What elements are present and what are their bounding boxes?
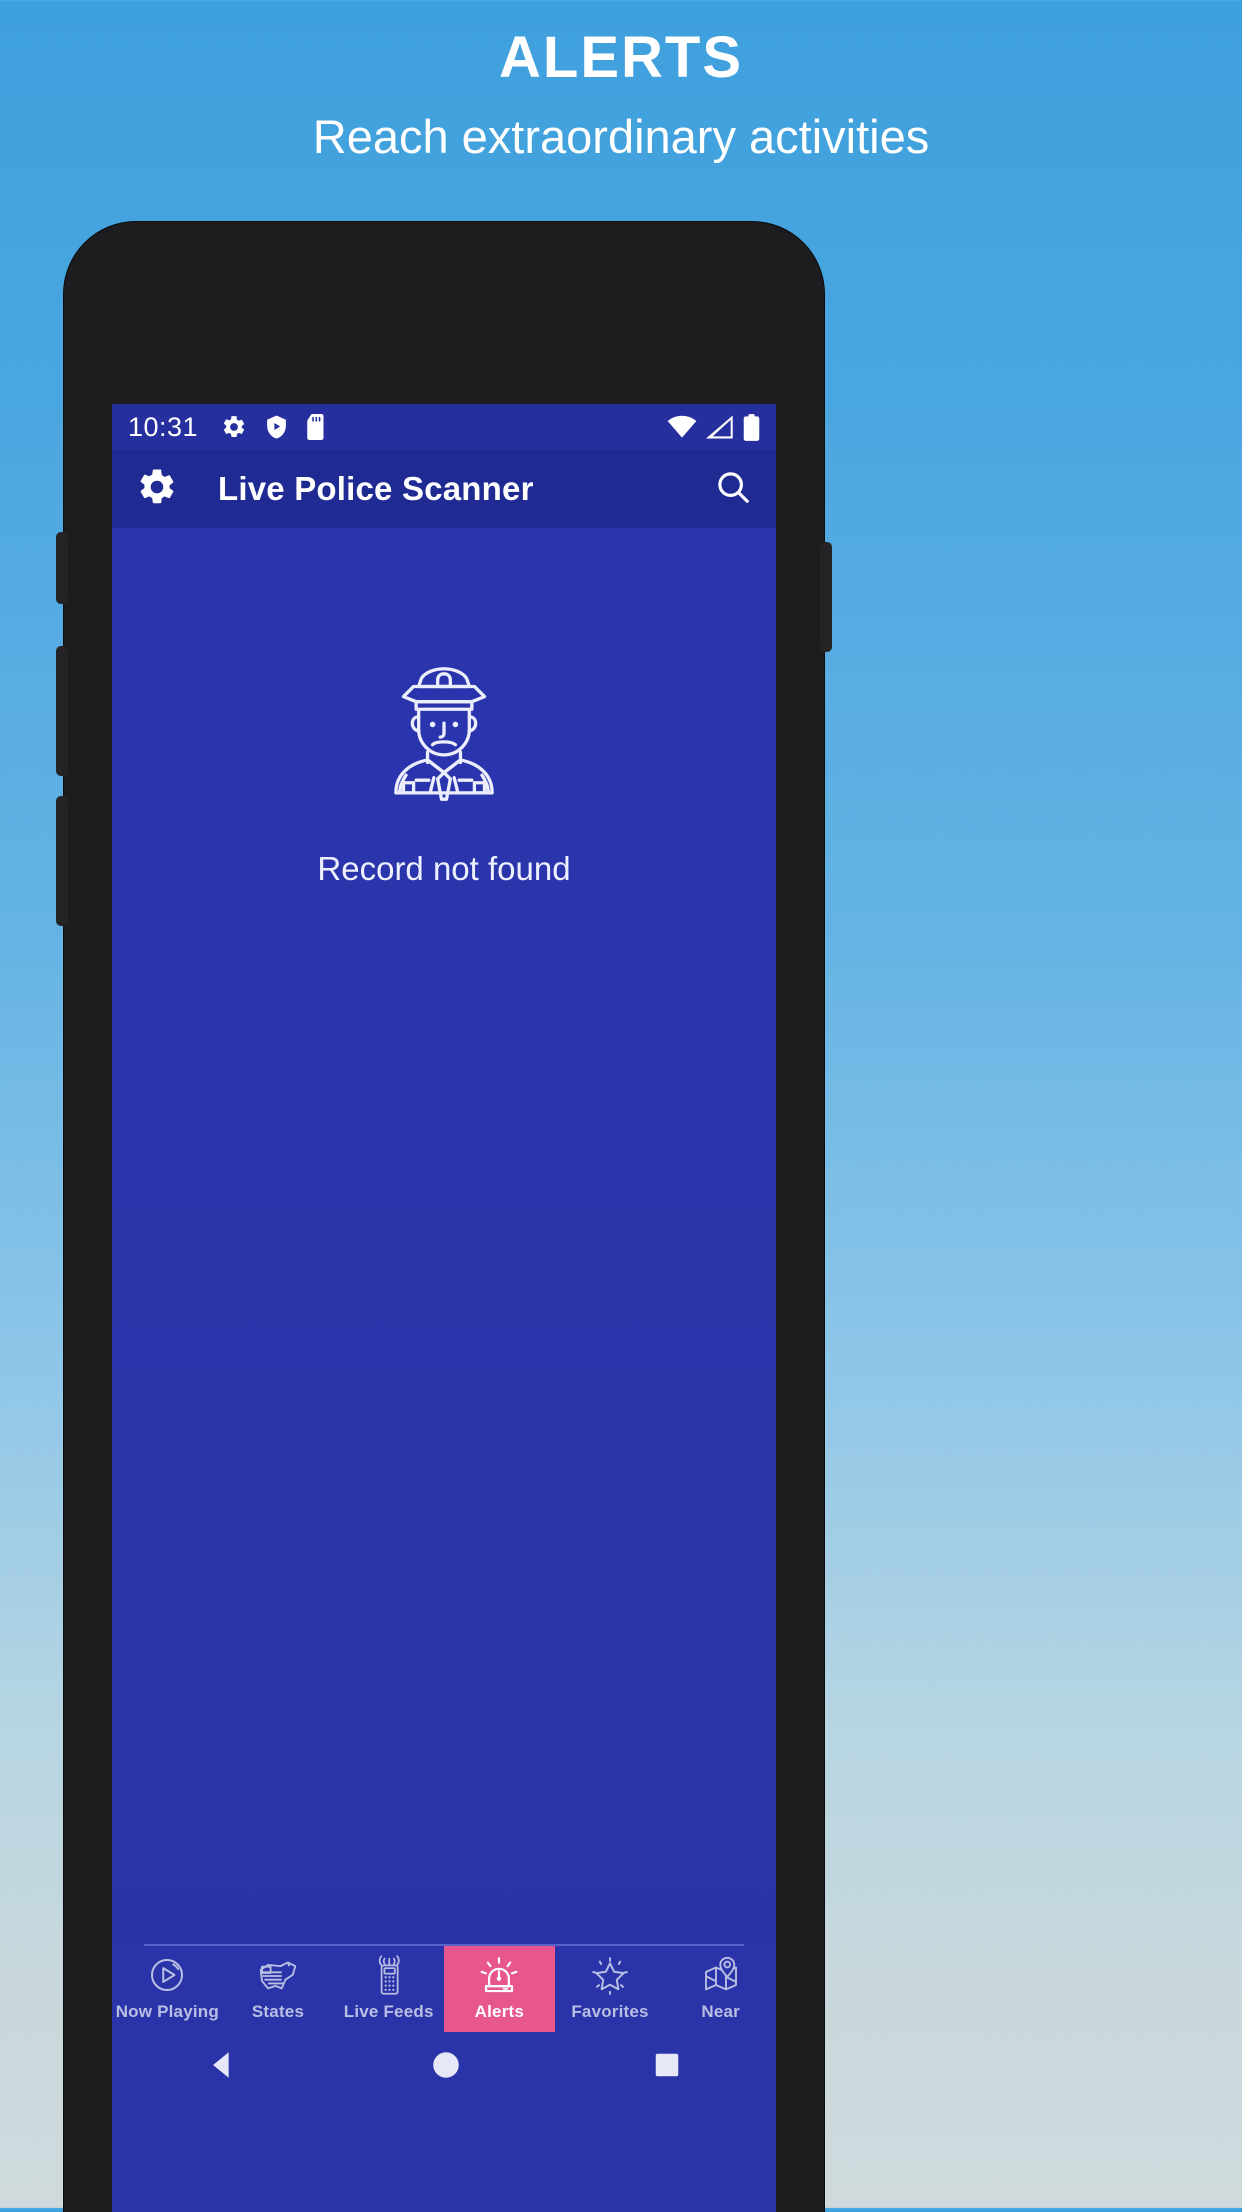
- nav-item-favorites[interactable]: Favorites: [555, 1946, 666, 2032]
- promo-title: ALERTS: [499, 25, 743, 90]
- nav-item-near[interactable]: Near: [665, 1946, 776, 2032]
- page-title: Live Police Scanner: [218, 470, 534, 507]
- phone-button-volume-down: [56, 796, 68, 926]
- phone-button-volume-up: [56, 646, 68, 776]
- search-button[interactable]: [714, 468, 752, 511]
- settings-button[interactable]: [136, 466, 178, 513]
- play-protect-shield-icon: [264, 414, 289, 440]
- phone-button-power: [820, 542, 832, 652]
- siren-icon: [478, 1956, 520, 1995]
- nav-label: Alerts: [474, 2001, 525, 2021]
- nav-label: Live Feeds: [343, 2001, 434, 2021]
- back-triangle-icon[interactable]: [206, 2048, 240, 2082]
- gear-icon: [221, 414, 247, 440]
- phone-mockup: 10:31 Live Police Scanner Record not fou…: [56, 222, 832, 2212]
- walkie-talkie-icon: [372, 1954, 406, 1995]
- cell-signal-icon: [706, 415, 734, 439]
- sd-card-icon: [306, 414, 328, 440]
- nav-label: Favorites: [571, 2001, 649, 2021]
- nav-label: Near: [701, 2001, 740, 2021]
- recents-square-icon[interactable]: [652, 2050, 682, 2080]
- empty-state-message: Record not found: [317, 850, 571, 887]
- phone-screen: 10:31 Live Police Scanner Record not fou…: [112, 404, 776, 2212]
- nav-item-live-feeds[interactable]: Live Feeds: [333, 1946, 444, 2032]
- home-circle-icon[interactable]: [429, 2048, 463, 2082]
- status-bar: 10:31: [112, 404, 776, 450]
- police-officer-icon: [368, 651, 520, 808]
- nav-label: States: [251, 2001, 305, 2021]
- map-pin-icon: [701, 1956, 741, 1995]
- bottom-nav-wrapper: Now Playing States Live Feeds Alerts Fav…: [112, 1944, 776, 2032]
- promo-header: ALERTS Reach extraordinary activities: [0, 0, 1242, 164]
- wifi-icon: [667, 415, 697, 439]
- android-system-nav: [112, 2032, 776, 2097]
- app-bar: Live Police Scanner: [112, 450, 776, 528]
- nav-label: Now Playing: [115, 2001, 219, 2021]
- battery-icon: [743, 413, 760, 441]
- nav-item-states[interactable]: States: [223, 1946, 334, 2032]
- status-bar-time: 10:31: [128, 411, 199, 442]
- nav-item-alerts[interactable]: Alerts: [444, 1946, 555, 2032]
- nav-item-now-playing[interactable]: Now Playing: [112, 1946, 223, 2032]
- bottom-navigation: Now Playing States Live Feeds Alerts Fav…: [112, 1946, 776, 2032]
- usa-map-flag-icon: [257, 1957, 299, 1995]
- phone-button-left-top: [56, 532, 68, 604]
- star-icon: [589, 1956, 631, 1995]
- promo-subtitle: Reach extraordinary activities: [312, 109, 930, 163]
- play-circle-icon: [147, 1957, 187, 1995]
- content-area: Record not found Now Playing States Live…: [112, 528, 776, 2097]
